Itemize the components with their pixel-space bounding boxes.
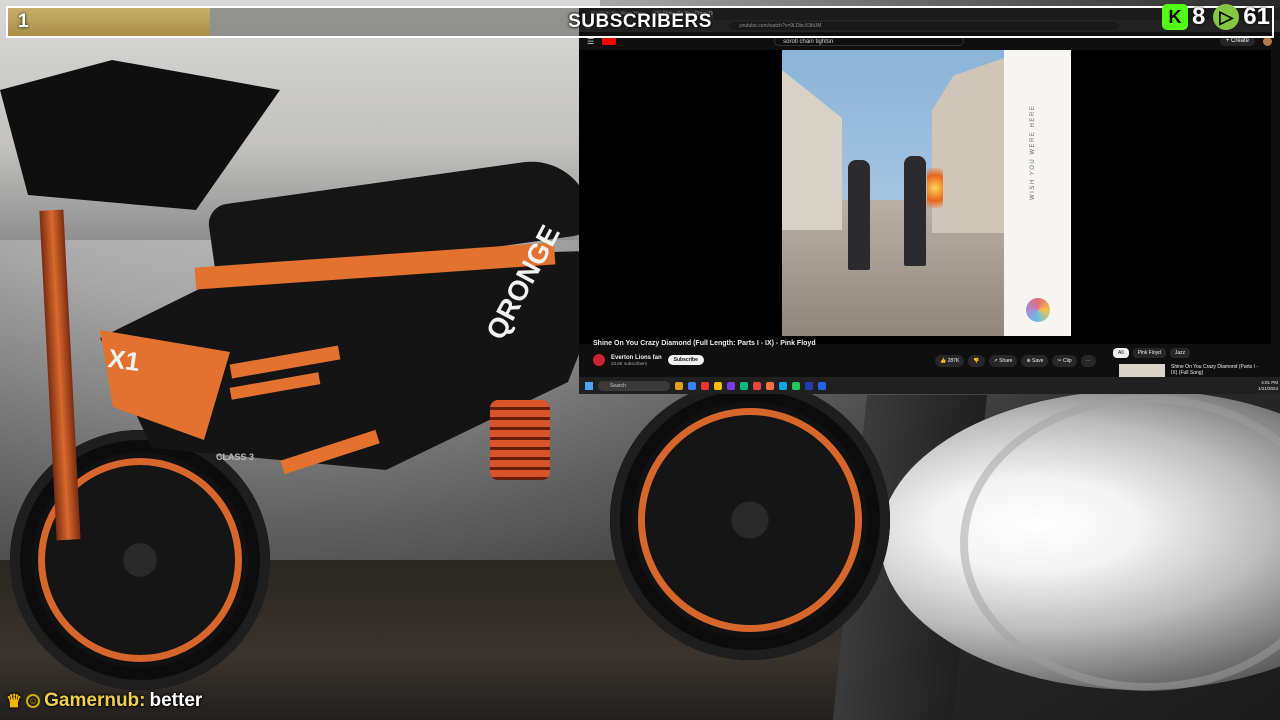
rear-wheel xyxy=(610,380,890,660)
channel-name[interactable]: Everton Lions fan xyxy=(611,355,662,361)
app-icon[interactable] xyxy=(727,381,735,390)
taskbar-clock: 4:01 PM 1/21/2024 xyxy=(1258,380,1278,392)
front-wheel xyxy=(10,430,270,690)
figure-right xyxy=(904,156,926,266)
app-icon[interactable] xyxy=(792,381,800,390)
album-seal-icon xyxy=(1026,298,1050,322)
windows-taskbar: Search 4:01 PM 1/21/2024 xyxy=(579,377,1280,394)
app-icon[interactable] xyxy=(818,381,826,390)
chip-pink-floyd[interactable]: Pink Floyd xyxy=(1132,348,1166,358)
model-decal: X1 xyxy=(106,342,142,378)
chip-jazz[interactable]: Jazz xyxy=(1169,348,1191,358)
rumble-logo-icon: ▷ xyxy=(1213,4,1240,30)
chat-message: ♛ ☺ Gamernub: better xyxy=(6,690,202,712)
taskbar-search[interactable]: Search xyxy=(598,380,670,391)
filter-chips: All Pink Floyd Jazz xyxy=(1113,348,1191,358)
share-button[interactable]: ↗ Share xyxy=(988,355,1018,367)
rumble-viewer-count: 61 xyxy=(1243,3,1270,30)
file-explorer-icon[interactable] xyxy=(675,381,683,390)
start-icon[interactable] xyxy=(585,381,593,390)
app-icon[interactable] xyxy=(701,381,709,390)
video-player[interactable]: WISH YOU WERE HERE xyxy=(579,50,1271,344)
video-title: Shine On You Crazy Diamond (Full Length:… xyxy=(593,340,816,347)
figure-left xyxy=(848,160,870,270)
clock-time: 4:01 PM xyxy=(1261,379,1278,385)
vscode-icon[interactable] xyxy=(805,381,813,390)
subscriber-goal-bar: 1 SUBSCRIBERS xyxy=(6,6,1274,38)
app-icon[interactable] xyxy=(753,381,761,390)
youtube-logo[interactable] xyxy=(602,37,617,45)
chrome-icon[interactable] xyxy=(714,381,722,390)
dislike-button[interactable]: 👎 xyxy=(968,355,985,367)
chat-text: better xyxy=(149,690,203,711)
app-icon[interactable] xyxy=(779,381,787,390)
clock-date: 1/21/2024 xyxy=(1257,385,1278,391)
class-decal: CLASS 3 xyxy=(216,452,255,462)
album-cover: WISH YOU WERE HERE xyxy=(782,50,1071,336)
rear-shock xyxy=(490,400,550,480)
like-button[interactable]: 👍 287K xyxy=(935,355,965,367)
video-actions: 👍 287K 👎 ↗ Share ⊕ Save ✂ Clip ⋯ xyxy=(935,355,1096,367)
album-spine-text: WISH YOU WERE HERE xyxy=(1030,104,1036,200)
more-button[interactable]: ⋯ xyxy=(1080,355,1096,367)
channel-row: Everton Lions fan 33.6K subscribers Subs… xyxy=(593,354,704,366)
chat-username: Gamernub: xyxy=(44,690,146,711)
fire xyxy=(927,168,943,208)
edge-icon[interactable] xyxy=(688,381,696,390)
clip-button[interactable]: ✂ Clip xyxy=(1052,355,1077,367)
crown-icon: ♛ xyxy=(6,690,23,711)
save-button[interactable]: ⊕ Save xyxy=(1021,355,1049,367)
recommended-video[interactable]: Shine On You Crazy Diamond (Parts I - IX… xyxy=(1119,364,1261,377)
channel-subscribers: 33.6K subscribers xyxy=(611,360,648,366)
rec-title[interactable]: Shine On You Crazy Diamond (Parts I - IX… xyxy=(1171,364,1261,377)
subscribe-button[interactable]: Subscribe xyxy=(667,355,704,365)
platform-counts: K 8 ▷ 61 xyxy=(1161,2,1274,32)
kick-logo-icon: K xyxy=(1161,4,1188,30)
rec-thumbnail[interactable] xyxy=(1119,364,1165,377)
chip-all[interactable]: All xyxy=(1113,348,1129,358)
channel-avatar[interactable] xyxy=(593,354,605,366)
handlebars xyxy=(0,60,280,210)
browser-capture: (1) Wish You Were Here (1) Shine On You … xyxy=(579,8,1280,394)
subscriber-badge-icon: ☺ xyxy=(26,694,41,708)
firefox-icon[interactable] xyxy=(766,381,774,390)
app-icon[interactable] xyxy=(740,381,748,390)
kick-viewer-count: 8 xyxy=(1191,3,1206,30)
goal-title: SUBSCRIBERS xyxy=(568,11,712,32)
